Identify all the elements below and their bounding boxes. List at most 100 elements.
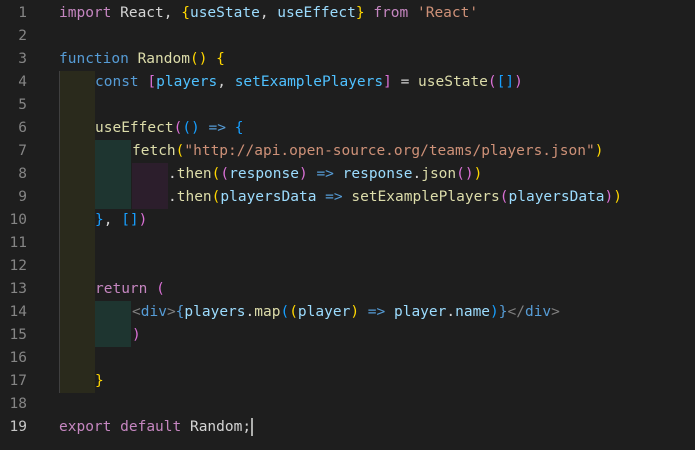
code-line-10[interactable]: 10}, [])	[0, 209, 695, 232]
code-line-16[interactable]: 16	[0, 347, 695, 370]
code-token: player	[393, 304, 447, 320]
code-token: "http://api.open-source.org/teams/player…	[184, 143, 595, 159]
code-token: useState	[418, 74, 488, 90]
line-number: 17	[9, 373, 27, 389]
code-token: playersData	[220, 189, 317, 205]
line-number: 12	[9, 258, 27, 274]
line-number: 16	[9, 350, 27, 366]
line-number: 9	[18, 189, 27, 205]
code-line-18[interactable]: 18	[0, 393, 695, 416]
code-token: )	[514, 74, 523, 90]
indent-guide-block	[95, 324, 131, 347]
code-text: <div>{players.map((player) => player.nam…	[132, 301, 560, 324]
line-number: 15	[9, 327, 27, 343]
code-line-12[interactable]: 12	[0, 255, 695, 278]
code-token: ()	[456, 166, 474, 182]
code-line-1[interactable]: 1 import React, {useState, useEffect} fro…	[0, 2, 695, 25]
code-token: )	[132, 327, 141, 343]
code-token: <	[132, 304, 141, 320]
code-text: function Random() {	[59, 48, 225, 71]
indent-guide-line	[59, 117, 60, 140]
code-line-13[interactable]: 13 return (	[0, 278, 695, 301]
code-line-4[interactable]: 4 const [players, setExamplePlayers] = us…	[0, 71, 695, 94]
indent-guide-line	[59, 186, 60, 209]
code-text: }	[95, 370, 104, 393]
code-line-14[interactable]: 14 <div>{players.map((player) => player.n…	[0, 301, 695, 324]
line-number: 11	[9, 235, 27, 251]
code-token: (	[156, 281, 165, 297]
code-token: ]	[383, 74, 392, 90]
code-line-2[interactable]: 2	[0, 25, 695, 48]
code-token: }	[95, 373, 104, 389]
code-line-9[interactable]: 9 .then(playersData => setExamplePlayers(…	[0, 186, 695, 209]
indent-guide-line	[59, 140, 60, 163]
code-token: then	[176, 189, 212, 205]
indent-guide-line	[59, 370, 60, 393]
code-token: Random	[137, 51, 190, 67]
line-number: 13	[9, 281, 27, 297]
indent-guide-line	[59, 278, 60, 301]
code-token: [	[147, 74, 157, 90]
line-number: 4	[18, 74, 27, 90]
indent-guide-block	[59, 163, 95, 186]
code-token: map	[254, 304, 281, 320]
code-token: (	[499, 189, 509, 205]
code-token: players	[156, 74, 218, 90]
code-token: ()	[182, 120, 200, 136]
code-line-7[interactable]: 7 fetch("http://api.open-source.org/teams…	[0, 140, 695, 163]
code-token: .	[168, 166, 177, 182]
code-token: div	[140, 304, 167, 320]
code-editor[interactable]: 1 import React, {useState, useEffect} fro…	[0, 0, 695, 450]
code-line-19[interactable]: 19 export default Random;	[0, 416, 695, 439]
code-token: =	[391, 74, 419, 90]
indent-guide-block	[59, 232, 95, 255]
code-token: React,	[111, 5, 182, 21]
indent-guide-line	[59, 94, 60, 117]
indent-guide-block	[95, 140, 131, 163]
line-number: 3	[18, 51, 27, 67]
code-token: export	[59, 419, 112, 435]
code-token: response	[229, 166, 299, 182]
code-token: players	[184, 304, 246, 320]
code-token: ,	[217, 74, 235, 90]
line-number: 10	[9, 212, 27, 228]
code-token: )	[138, 212, 148, 228]
code-token: default	[120, 419, 182, 435]
indent-guide-line	[59, 301, 60, 324]
indent-guide-line	[59, 163, 60, 186]
code-text: useEffect(() => {	[95, 117, 243, 140]
indent-guide-block	[59, 71, 95, 94]
code-token: }	[498, 304, 508, 320]
code-token: )	[604, 189, 614, 205]
line-number: 1	[18, 5, 27, 21]
code-token: .	[446, 304, 456, 320]
code-line-6[interactable]: 6 useEffect(() => {	[0, 117, 695, 140]
code-line-3[interactable]: 3 function Random() {	[0, 48, 695, 71]
code-token: ,	[259, 5, 278, 21]
code-line-15[interactable]: 15)	[0, 324, 695, 347]
code-token: (	[220, 166, 230, 182]
indent-guide-line	[59, 232, 60, 255]
indent-guide-block	[132, 163, 168, 186]
code-line-8[interactable]: 8 .then((response) => response.json())	[0, 163, 695, 186]
indent-guide-block	[59, 278, 95, 301]
code-line-5[interactable]: 5	[0, 94, 695, 117]
code-token: (	[280, 304, 290, 320]
indent-guide-block	[59, 370, 95, 393]
code-line-17[interactable]: 17}	[0, 370, 695, 393]
code-token: useEffect	[277, 5, 356, 21]
code-token: from	[373, 5, 409, 21]
code-token: }	[95, 212, 104, 228]
code-token: []	[496, 74, 515, 90]
code-line-11[interactable]: 11	[0, 232, 695, 255]
code-text: .then(playersData => setExamplePlayers(p…	[168, 186, 622, 209]
code-token: setExamplePlayers	[351, 189, 500, 205]
code-token: )	[298, 166, 308, 182]
indent-guide-block	[59, 301, 95, 324]
